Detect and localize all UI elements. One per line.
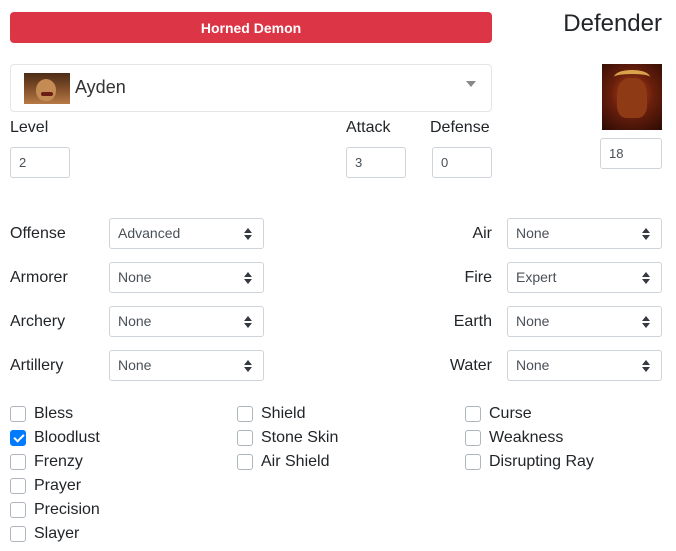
spell-label: Air Shield	[261, 453, 330, 470]
select-arrows-icon	[244, 228, 252, 240]
skill-label-air: Air	[472, 225, 492, 242]
spell-checkbox-shield[interactable]: Shield	[237, 404, 305, 424]
spell-checkbox-bless[interactable]: Bless	[10, 404, 73, 424]
skill-select-archery[interactable]: None	[109, 306, 264, 337]
creature-count-input[interactable]: 18	[600, 138, 662, 169]
defense-label: Defense	[430, 119, 490, 136]
skill-label-offense: Offense	[10, 225, 66, 242]
skill-select-water[interactable]: None	[507, 350, 662, 381]
checkbox[interactable]	[465, 430, 481, 446]
spell-checkbox-stone-skin[interactable]: Stone Skin	[237, 428, 338, 448]
skill-value: None	[118, 357, 152, 373]
unit-select-button[interactable]: Horned Demon	[10, 12, 492, 43]
skill-value: None	[516, 225, 550, 241]
skill-select-armorer[interactable]: None	[109, 262, 264, 293]
skill-label-water: Water	[449, 357, 492, 374]
hero-select[interactable]: Ayden	[10, 64, 492, 112]
spell-checkbox-prayer[interactable]: Prayer	[10, 476, 81, 496]
checkbox[interactable]	[465, 406, 481, 422]
checkbox[interactable]	[465, 454, 481, 470]
skill-value: None	[118, 313, 152, 329]
checkbox[interactable]	[10, 526, 26, 542]
skill-value: Expert	[516, 269, 557, 285]
spell-label: Disrupting Ray	[489, 453, 594, 470]
spell-label: Bloodlust	[34, 429, 100, 446]
checkbox[interactable]	[10, 454, 26, 470]
select-arrows-icon	[642, 228, 650, 240]
checkbox[interactable]	[237, 406, 253, 422]
spell-label: Precision	[34, 501, 100, 518]
spell-label: Frenzy	[34, 453, 83, 470]
skill-select-air[interactable]: None	[507, 218, 662, 249]
checkbox[interactable]	[10, 406, 26, 422]
spell-checkbox-precision[interactable]: Precision	[10, 500, 100, 520]
attack-label: Attack	[346, 119, 391, 136]
spell-label: Weakness	[489, 429, 564, 446]
skill-label-armorer: Armorer	[10, 269, 68, 286]
skill-value: Advanced	[118, 225, 181, 241]
skill-select-fire[interactable]: Expert	[507, 262, 662, 293]
select-arrows-icon	[642, 316, 650, 328]
spell-checkbox-slayer[interactable]: Slayer	[10, 524, 79, 544]
skill-label-artillery: Artillery	[10, 357, 64, 374]
checkbox[interactable]	[10, 502, 26, 518]
hero-portrait	[24, 73, 70, 104]
skill-select-earth[interactable]: None	[507, 306, 662, 337]
skill-value: None	[118, 269, 152, 285]
spell-label: Stone Skin	[261, 429, 339, 446]
spell-label: Bless	[34, 405, 74, 422]
spell-checkbox-air-shield[interactable]: Air Shield	[237, 452, 329, 472]
level-label: Level	[10, 119, 49, 136]
creature-portrait	[602, 64, 662, 130]
skill-label-earth: Earth	[453, 313, 492, 330]
skill-label-archery: Archery	[10, 313, 66, 330]
skill-select-offense[interactable]: Advanced	[109, 218, 264, 249]
select-arrows-icon	[642, 360, 650, 372]
spell-checkbox-curse[interactable]: Curse	[465, 404, 532, 424]
skill-value: None	[516, 313, 550, 329]
defense-input[interactable]: 0	[432, 147, 492, 178]
checkbox[interactable]	[10, 478, 26, 494]
spell-label: Prayer	[34, 477, 82, 494]
hero-name: Ayden	[75, 77, 126, 97]
select-arrows-icon	[244, 316, 252, 328]
select-arrows-icon	[244, 272, 252, 284]
attack-input[interactable]: 3	[346, 147, 406, 178]
spell-label: Slayer	[34, 525, 80, 542]
level-input[interactable]: 2	[10, 147, 70, 178]
checkbox[interactable]	[237, 454, 253, 470]
spell-label: Curse	[489, 405, 532, 422]
checkbox[interactable]	[237, 430, 253, 446]
skill-select-artillery[interactable]: None	[109, 350, 264, 381]
select-arrows-icon	[642, 272, 650, 284]
spell-checkbox-weakness[interactable]: Weakness	[465, 428, 563, 448]
spell-checkbox-bloodlust[interactable]: Bloodlust	[10, 428, 100, 448]
side-title: Defender	[563, 10, 662, 37]
checkbox-checked[interactable]	[10, 430, 26, 446]
skill-value: None	[516, 357, 550, 373]
select-arrows-icon	[244, 360, 252, 372]
skill-label-fire: Fire	[464, 269, 492, 286]
spell-label: Shield	[261, 405, 306, 422]
chevron-down-icon	[466, 81, 476, 87]
spell-checkbox-disrupting-ray[interactable]: Disrupting Ray	[465, 452, 594, 472]
spell-checkbox-frenzy[interactable]: Frenzy	[10, 452, 83, 472]
